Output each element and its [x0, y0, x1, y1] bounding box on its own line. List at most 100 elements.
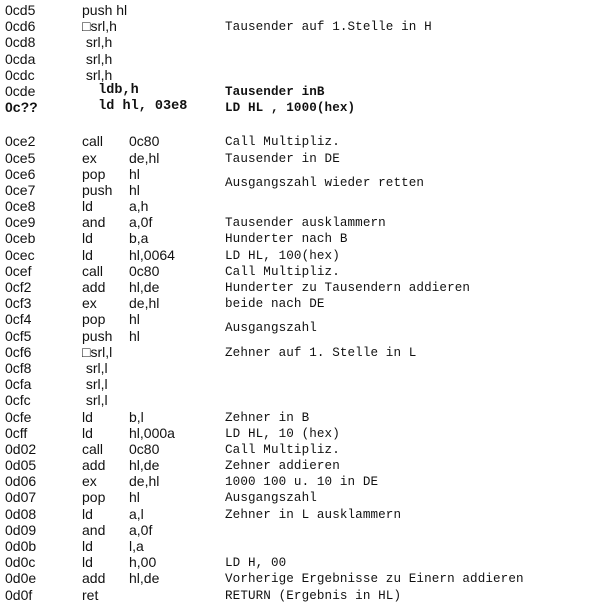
assembly-listing: 0cd5 push hl 0cd6 □srl,h Tausender auf 1.Ste… [0, 2, 611, 603]
mnemonic: add [82, 570, 106, 587]
operands: de,hl [129, 149, 160, 166]
address: 0cd5 [5, 2, 36, 18]
mnemonic: ex [82, 149, 97, 166]
operands: a,l [129, 505, 144, 522]
comment: LD HL, 10 (hex) [225, 426, 340, 441]
code-line: 0ceb ld b,a Hunderter nach B [0, 230, 611, 246]
code-line: 0cf3 ex de,hl beide nach DE [0, 295, 611, 311]
operands: 0c80 [129, 440, 160, 457]
address: 0cd8 [5, 34, 36, 51]
code-line: 0ce5 ex de,hl Tausender in DE [0, 150, 611, 166]
code-line: 0d0b ld l,a [0, 538, 611, 554]
address: 0cda [5, 50, 36, 67]
code-line: 0cec ld hl,0064 LD HL, 100(hex) [0, 247, 611, 263]
operands: de,hl [129, 473, 160, 490]
mnemonic: srl,l [82, 359, 108, 376]
mnemonic: pop [82, 165, 106, 182]
mnemonic: pop [82, 489, 106, 506]
comment: Ausgangszahl [225, 491, 317, 506]
code-line: 0cde ldb,h Tausender inB [0, 83, 611, 99]
address: 0cfe [5, 408, 32, 425]
mnemonic: srl,l [82, 392, 108, 409]
code-line: 0cf6 □srl,l Zehner auf 1. Stelle in L [0, 344, 611, 360]
mnemonic: call [82, 440, 104, 457]
code-line: 0cfc srl,l [0, 392, 611, 408]
address: 0cfc [5, 392, 31, 409]
code-line: 0ce6 pop hl Ausgangszahl wieder retten [0, 165, 611, 190]
address: 0d08 [5, 505, 37, 522]
mnemonic: call [82, 262, 104, 279]
mnemonic: ldb,h [82, 82, 139, 98]
mnemonic: □srl,h [82, 18, 117, 35]
comment: LD HL, 100(hex) [225, 248, 340, 263]
comment: 1000 100 u. 10 in DE [225, 475, 379, 490]
operands: hl [129, 181, 140, 198]
mnemonic: □srl,l [82, 343, 113, 360]
operands: b,l [129, 408, 144, 425]
code-line: 0cd6 □srl,h Tausender auf 1.Stelle in H [0, 18, 611, 34]
address: 0d0f [5, 586, 33, 603]
mnemonic: add [82, 457, 106, 474]
address: 0ce9 [5, 214, 36, 231]
code-line: 0ce9 and a,0f Tausender ausklammern [0, 214, 611, 230]
operands: 0c80 [129, 133, 160, 150]
address: 0ce5 [5, 149, 36, 166]
address: 0cf4 [5, 311, 32, 328]
comment: Hunderter zu Tausendern addieren [225, 281, 471, 295]
operands: hl,de [129, 457, 160, 474]
code-line: 0cd5 push hl [0, 2, 611, 18]
code-line: 0ce7 push hl [0, 182, 611, 198]
mnemonic: srl,l [82, 376, 108, 393]
address: 0d0b [5, 538, 37, 554]
comment: RETURN (Ergebnis in HL) [225, 588, 402, 603]
code-line: 0cf2 add hl,de Hunderter zu Tausendern addi… [0, 279, 611, 295]
code-line: 0d07 pop hl Ausgangszahl [0, 489, 611, 505]
address: 0cd6 [5, 18, 36, 35]
mnemonic: ret [82, 586, 99, 603]
comment: Vorherige Ergebnisse zu Einern addieren [225, 572, 524, 587]
address: 0cdc [5, 66, 35, 83]
mnemonic: ld [82, 554, 93, 571]
code-line: 0ce8 ld a,h [0, 198, 611, 214]
address: 0cff [5, 424, 28, 441]
code-line: 0cfe ld b,l Zehner in B [0, 409, 611, 425]
address: 0ce6 [5, 165, 36, 182]
mnemonic: srl,h [82, 66, 113, 83]
address: 0ceb [5, 230, 36, 247]
address: 0cfa [5, 376, 32, 393]
mnemonic: ld [82, 198, 93, 215]
operands: h,00 [129, 554, 157, 571]
mnemonic: pop [82, 311, 106, 328]
comment: Zehner in L ausklammern [225, 507, 402, 522]
code-line: 0cfa srl,l [0, 376, 611, 392]
operands: hl,de [129, 570, 160, 587]
code-line: 0cda srl,h [0, 51, 611, 67]
mnemonic: ld [82, 424, 93, 441]
mnemonic: and [82, 521, 106, 538]
code-line: 0d0c ld h,00 LD H, 00 [0, 554, 611, 570]
operands: hl,000a [129, 424, 175, 441]
address: 0c?? [5, 99, 38, 116]
operands: a,h [129, 198, 149, 215]
mnemonic: ld [82, 408, 93, 425]
address: 0cec [5, 246, 35, 263]
mnemonic: srl,h [82, 50, 113, 67]
address: 0d0c [5, 554, 36, 571]
comment: LD HL , 1000(hex) [225, 101, 356, 116]
comment: Call Multipliz. [225, 442, 340, 457]
code-line: 0cd8 srl,h [0, 34, 611, 50]
mnemonic: add [82, 279, 106, 295]
comment: Hunderter nach B [225, 232, 348, 247]
code-line: 0d0f ret RETURN (Ergebnis in HL) [0, 587, 611, 603]
address: 0ce8 [5, 198, 36, 215]
operands: hl [129, 165, 140, 182]
address: 0cf3 [5, 295, 32, 312]
code-line: 0ce2 call 0c80 Call Multipliz. [0, 133, 611, 149]
code-line: 0c?? ld hl, 03e8 LD HL , 1000(hex) [0, 99, 611, 115]
address: 0cde [5, 82, 36, 99]
mnemonic: ld hl, 03e8 [82, 99, 188, 115]
code-line: 0cf8 srl,l [0, 360, 611, 376]
code-line: 0d08 ld a,l Zehner in L ausklammern [0, 506, 611, 522]
mnemonic: push [82, 181, 113, 198]
